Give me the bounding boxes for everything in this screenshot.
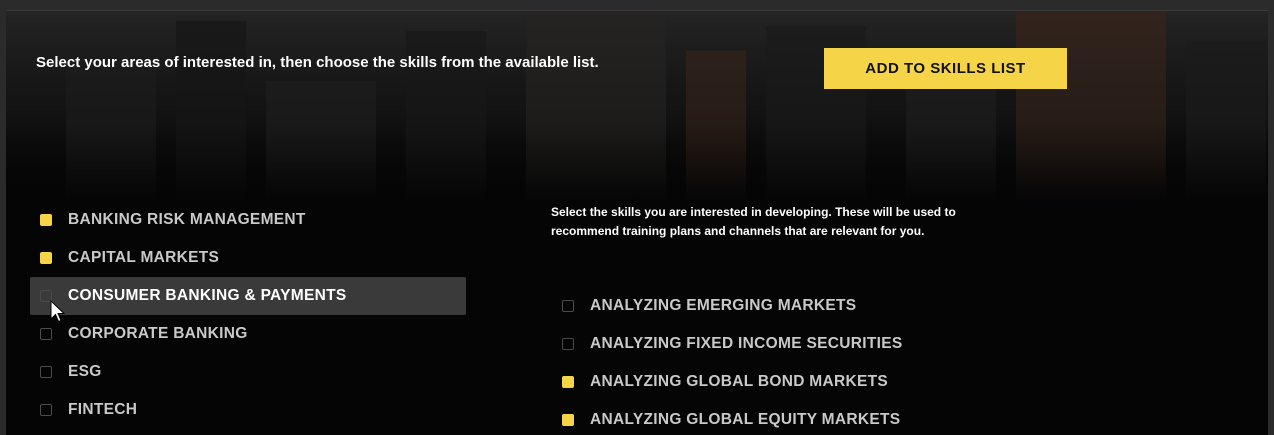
area-item-capital-markets[interactable]: CAPITAL MARKETS <box>30 239 466 277</box>
skill-label: ANALYZING EMERGING MARKETS <box>590 297 857 314</box>
page-frame: Select your areas of interested in, then… <box>6 10 1268 435</box>
skills-list: ANALYZING EMERGING MARKETS ANALYZING FIX… <box>558 287 1058 435</box>
area-item-banking-risk-management[interactable]: BANKING RISK MANAGEMENT <box>30 201 466 239</box>
area-item-corporate-banking[interactable]: CORPORATE BANKING <box>30 315 466 353</box>
instructions-text: Select your areas of interested in, then… <box>36 54 599 71</box>
checkbox-icon[interactable] <box>40 366 52 378</box>
area-item-consumer-banking-payments[interactable]: CONSUMER BANKING & PAYMENTS <box>30 277 466 315</box>
area-label: CORPORATE BANKING <box>68 325 248 342</box>
checkbox-icon[interactable] <box>40 252 52 264</box>
checkbox-icon[interactable] <box>40 214 52 226</box>
area-label: CAPITAL MARKETS <box>68 249 220 266</box>
skill-label: ANALYZING GLOBAL EQUITY MARKETS <box>590 411 901 428</box>
checkbox-icon[interactable] <box>40 404 52 416</box>
mouse-pointer-icon <box>50 300 66 323</box>
skill-item-analyzing-global-equity-markets[interactable]: ANALYZING GLOBAL EQUITY MARKETS <box>558 401 1058 435</box>
skill-item-analyzing-fixed-income-securities[interactable]: ANALYZING FIXED INCOME SECURITIES <box>558 325 1058 363</box>
area-label: BANKING RISK MANAGEMENT <box>68 211 306 228</box>
checkbox-icon[interactable] <box>40 328 52 340</box>
checkbox-icon[interactable] <box>562 414 574 426</box>
checkbox-icon[interactable] <box>562 338 574 350</box>
skill-item-analyzing-emerging-markets[interactable]: ANALYZING EMERGING MARKETS <box>558 287 1058 325</box>
skills-instructions-text: Select the skills you are interested in … <box>551 205 956 238</box>
area-label: CONSUMER BANKING & PAYMENTS <box>68 287 347 304</box>
area-item-esg[interactable]: ESG <box>30 353 466 391</box>
area-label: ESG <box>68 363 102 380</box>
area-item-fintech[interactable]: FINTECH <box>30 391 466 429</box>
checkbox-icon[interactable] <box>562 376 574 388</box>
skill-label: ANALYZING GLOBAL BOND MARKETS <box>590 373 889 390</box>
checkbox-icon[interactable] <box>562 300 574 312</box>
areas-of-interest-list: BANKING RISK MANAGEMENT CAPITAL MARKETS … <box>30 201 466 429</box>
area-label: FINTECH <box>68 401 138 418</box>
skill-label: ANALYZING FIXED INCOME SECURITIES <box>590 335 903 352</box>
city-skyline-background <box>6 11 1268 201</box>
add-to-skills-list-button[interactable]: ADD TO SKILLS LIST <box>824 48 1067 89</box>
skill-item-analyzing-global-bond-markets[interactable]: ANALYZING GLOBAL BOND MARKETS <box>558 363 1058 401</box>
